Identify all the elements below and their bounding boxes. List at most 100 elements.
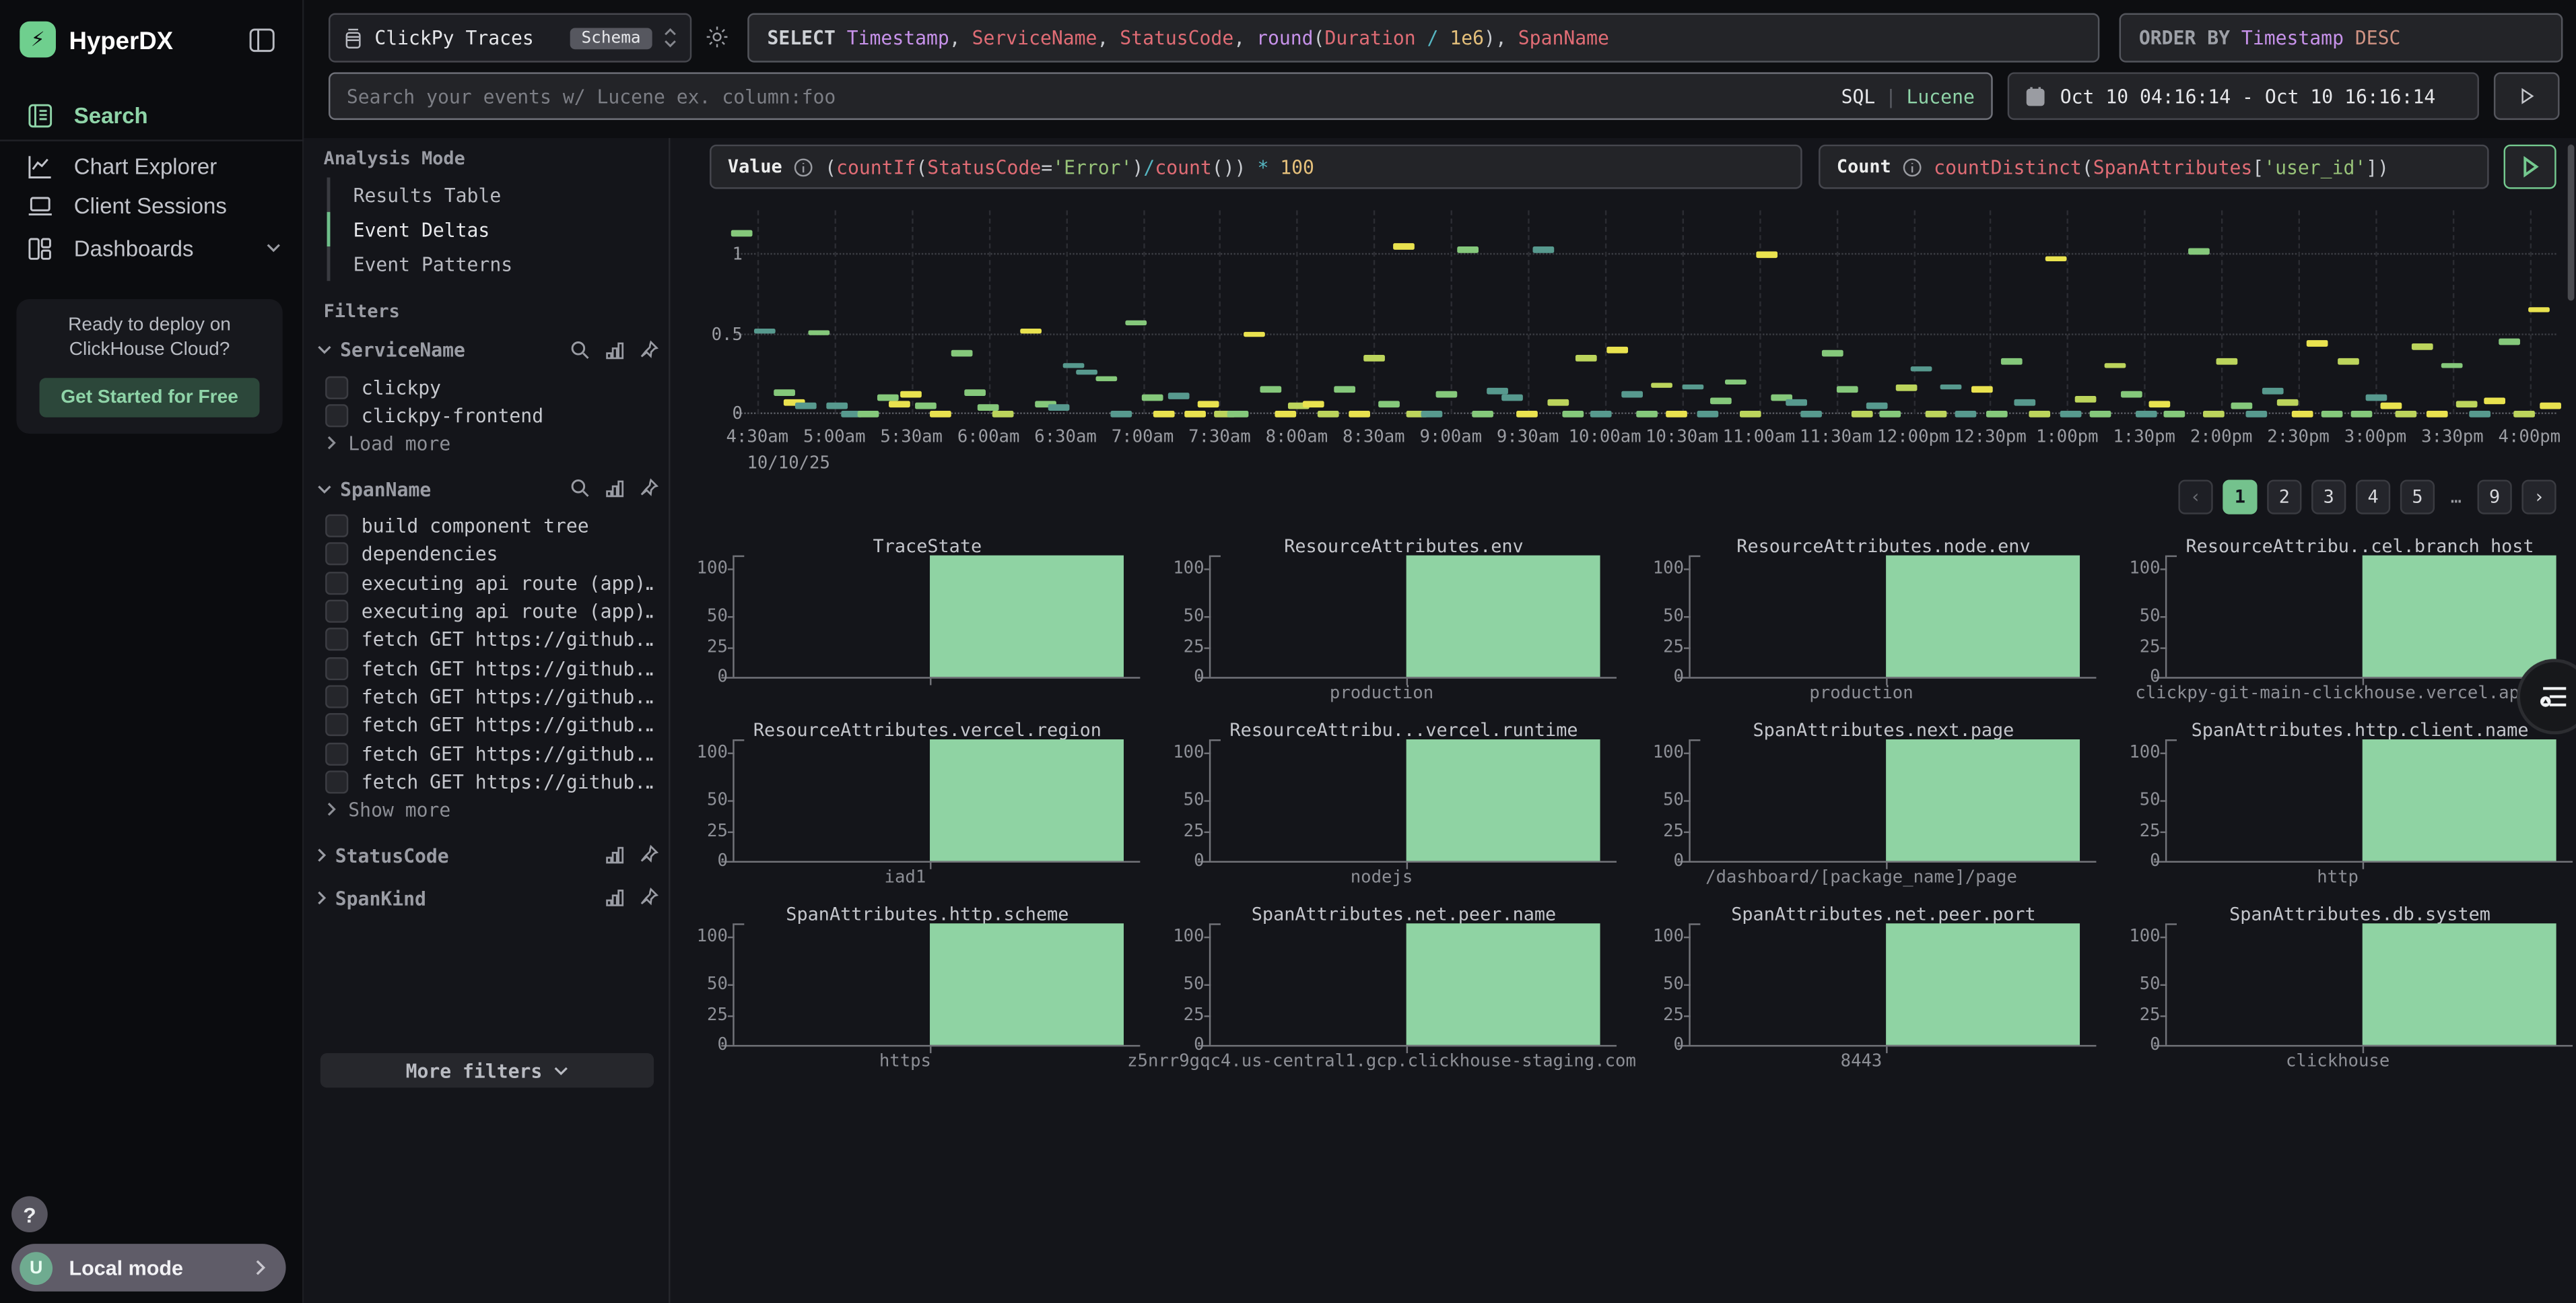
filter-group-servicename[interactable]: ServiceName	[317, 335, 659, 365]
gear-icon[interactable]	[705, 25, 730, 56]
filter-group-spankind[interactable]: SpanKind	[317, 883, 659, 913]
mini-chart-y-tickmark	[2161, 568, 2167, 570]
filter-option-row[interactable]: fetch GET https://github.…	[325, 656, 654, 681]
mini-chart-y-tickmark	[1684, 647, 1691, 648]
filter-chart-icon[interactable]	[605, 335, 624, 366]
mini-chart[interactable]: TraceState10050250	[683, 535, 1127, 706]
filter-option-row[interactable]: fetch GET https://github.…	[325, 741, 654, 766]
local-mode-button[interactable]: U Local mode	[11, 1244, 285, 1292]
checkbox[interactable]	[325, 404, 348, 427]
code-token: =	[1041, 156, 1052, 178]
mini-chart[interactable]: SpanAttributes.net.peer.port100502508443	[1639, 904, 2083, 1075]
page-button-5[interactable]: 5	[2400, 479, 2435, 514]
checkbox[interactable]	[325, 600, 348, 623]
checkbox[interactable]	[325, 628, 348, 651]
mini-chart[interactable]: SpanAttributes.http.scheme10050250https	[683, 904, 1127, 1075]
analysis-mode-results-table[interactable]: Results Table	[327, 178, 656, 212]
filter-option-label: executing api route (app)…	[362, 571, 654, 594]
filter-option-row[interactable]: dependencies	[325, 542, 654, 567]
lucene-mode-toggle[interactable]: Lucene	[1907, 85, 1975, 108]
mini-chart[interactable]: ResourceAttributes.env10050250production	[1160, 535, 1604, 706]
checkbox[interactable]	[325, 742, 348, 765]
chart-point	[1260, 387, 1281, 393]
filter-chart-icon[interactable]	[605, 473, 624, 504]
analysis-mode-event-deltas[interactable]: Event Deltas	[327, 212, 656, 246]
filter-chart-icon[interactable]	[605, 840, 624, 871]
page-next-button[interactable]: ›	[2521, 479, 2556, 514]
mini-chart[interactable]: SpanAttributes.http.client.name10050250h…	[2116, 720, 2560, 891]
chart-point	[2427, 411, 2448, 417]
collapse-sidebar-icon[interactable]	[248, 26, 275, 61]
filter-group-statuscode[interactable]: StatusCode	[317, 840, 659, 870]
sql-select-input[interactable]: SELECT Timestamp, ServiceName, StatusCod…	[747, 13, 2099, 63]
search-input[interactable]: Search your events w/ Lucene ex. column:…	[329, 72, 1993, 120]
mini-chart-y-tick-label: 25	[1663, 1005, 1684, 1025]
page-button-9[interactable]: 9	[2478, 479, 2512, 514]
filter-load-more-button[interactable]: Load more	[327, 432, 451, 455]
filter-group-spanname[interactable]: SpanName	[317, 474, 659, 504]
mini-chart[interactable]: ResourceAttribu...vercel.runtime10050250…	[1160, 720, 1604, 891]
checkbox[interactable]	[325, 770, 348, 793]
source-select[interactable]: ClickPy Traces Schema	[329, 13, 691, 63]
filter-search-icon[interactable]	[570, 335, 590, 366]
sidebar-item-search[interactable]: Search	[0, 94, 304, 136]
sidebar-item-client-sessions[interactable]: Client Sessions	[0, 184, 304, 226]
sidebar-item-chart-explorer[interactable]: Chart Explorer	[0, 145, 304, 187]
mini-chart[interactable]: ResourceAttributes.vercel.region10050250…	[683, 720, 1127, 891]
mini-chart[interactable]: SpanAttributes.next.page10050250/dashboa…	[1639, 720, 2083, 891]
mini-chart[interactable]: ResourceAttribu..cel.branch_host10050250…	[2116, 535, 2560, 706]
filter-option-row[interactable]: build component tree	[325, 514, 654, 539]
checkbox[interactable]	[325, 514, 348, 537]
checkbox[interactable]	[325, 657, 348, 679]
chevron-down-icon	[317, 345, 332, 355]
analysis-mode-event-patterns[interactable]: Event Patterns	[327, 246, 656, 281]
filter-option-row[interactable]: executing api route (app)…	[325, 570, 654, 595]
scrollbar-thumb[interactable]	[2568, 145, 2575, 301]
chart-point	[1636, 411, 1658, 417]
page-button-1[interactable]: 1	[2223, 479, 2257, 514]
mini-chart[interactable]: ResourceAttributes.node.env10050250produ…	[1639, 535, 2083, 706]
checkbox[interactable]	[325, 376, 348, 399]
checkbox[interactable]	[325, 713, 348, 736]
run-chart-button[interactable]	[2504, 145, 2556, 189]
mini-chart[interactable]: SpanAttributes.net.peer.name10050250z5nr…	[1160, 904, 1604, 1075]
help-button[interactable]: ?	[11, 1196, 48, 1232]
filter-option-row[interactable]: clickpy	[325, 374, 654, 399]
mini-chart-y-tick-label: 25	[2140, 638, 2161, 657]
value-expression-input[interactable]: Value (countIf(StatusCode='Error')/count…	[710, 145, 1802, 189]
page-button-3[interactable]: 3	[2311, 479, 2346, 514]
filter-option-row[interactable]: fetch GET https://github.…	[325, 712, 654, 737]
count-expression-input[interactable]: Count countDistinct(SpanAttributes['user…	[1819, 145, 2489, 189]
pin-icon	[639, 888, 658, 907]
filter-search-icon[interactable]	[570, 473, 590, 504]
filter-pin-icon[interactable]	[639, 335, 658, 366]
filter-option-row[interactable]: fetch GET https://github.…	[325, 684, 654, 709]
checkbox[interactable]	[325, 543, 348, 566]
filter-group-name: SpanName	[340, 477, 562, 500]
order-by-input[interactable]: ORDER BY Timestamp DESC	[2120, 13, 2563, 63]
filter-show-more-button[interactable]: Show more	[327, 798, 451, 821]
run-search-button[interactable]	[2494, 72, 2560, 120]
filter-option-row[interactable]: fetch GET https://github.…	[325, 770, 654, 795]
filter-option-row[interactable]: fetch GET https://github.…	[325, 628, 654, 653]
filter-pin-icon[interactable]	[639, 473, 658, 504]
get-started-button[interactable]: Get Started for Free	[40, 378, 260, 417]
mini-chart-bar	[1885, 739, 2080, 861]
chart-y-tick-label: 0	[732, 404, 742, 424]
page-button-4[interactable]: 4	[2356, 479, 2390, 514]
event-deltas-chart[interactable]	[736, 210, 2556, 414]
chart-point	[1665, 411, 1687, 417]
checkbox[interactable]	[325, 571, 348, 594]
sidebar-item-dashboards[interactable]: Dashboards	[0, 227, 304, 269]
filter-pin-icon[interactable]	[639, 840, 658, 871]
top-toolbar: ClickPy Traces Schema SELECT Timestamp, …	[304, 0, 2576, 138]
date-range-picker[interactable]: Oct 10 04:16:14 - Oct 10 16:16:14	[2008, 72, 2479, 120]
sql-mode-toggle[interactable]: SQL	[1841, 85, 1876, 108]
filter-option-row[interactable]: clickpy-frontend	[325, 403, 654, 428]
page-prev-button[interactable]: ‹	[2178, 479, 2212, 514]
mini-chart[interactable]: SpanAttributes.db.system10050250clickhou…	[2116, 904, 2560, 1075]
filter-option-row[interactable]: executing api route (app)…	[325, 599, 654, 624]
page-button-2[interactable]: 2	[2267, 479, 2301, 514]
checkbox[interactable]	[325, 685, 348, 708]
mini-chart-y-tickmark	[728, 831, 735, 832]
